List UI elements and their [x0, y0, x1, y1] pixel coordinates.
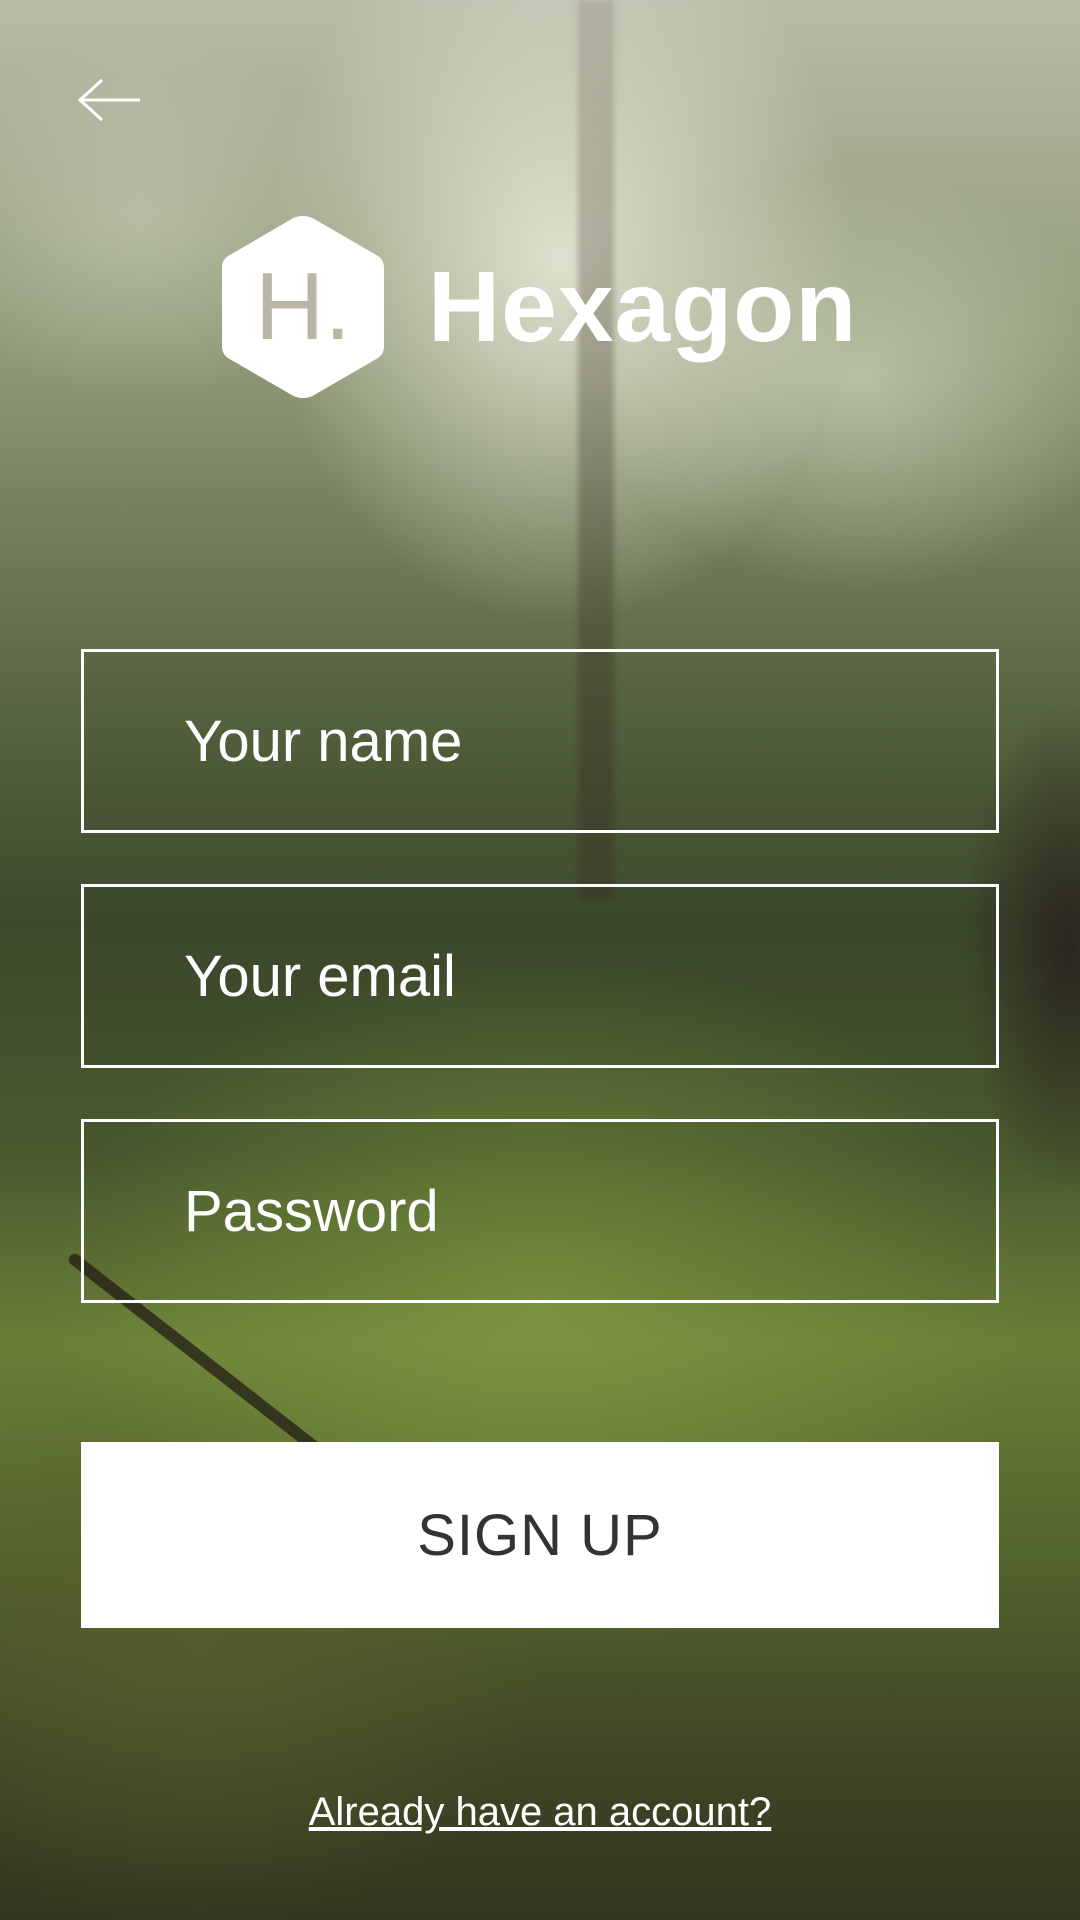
name-input[interactable] [182, 706, 996, 776]
login-link[interactable]: Already have an account? [0, 1790, 1080, 1835]
password-input[interactable] [182, 1176, 996, 1246]
logo-letter: H. [255, 253, 351, 360]
name-field[interactable] [81, 649, 999, 833]
password-field[interactable] [81, 1119, 999, 1303]
back-button[interactable] [78, 78, 142, 122]
app-name: Hexagon [428, 250, 858, 363]
arrow-left-icon [78, 78, 140, 122]
email-input[interactable] [182, 941, 996, 1011]
brand-logo: H. Hexagon [218, 212, 857, 402]
signup-screen: H. Hexagon SIGN UP Already have an accou… [0, 0, 1080, 1920]
hexagon-logo-icon: H. [218, 212, 388, 402]
email-field[interactable] [81, 884, 999, 1068]
signup-button[interactable]: SIGN UP [81, 1442, 999, 1628]
